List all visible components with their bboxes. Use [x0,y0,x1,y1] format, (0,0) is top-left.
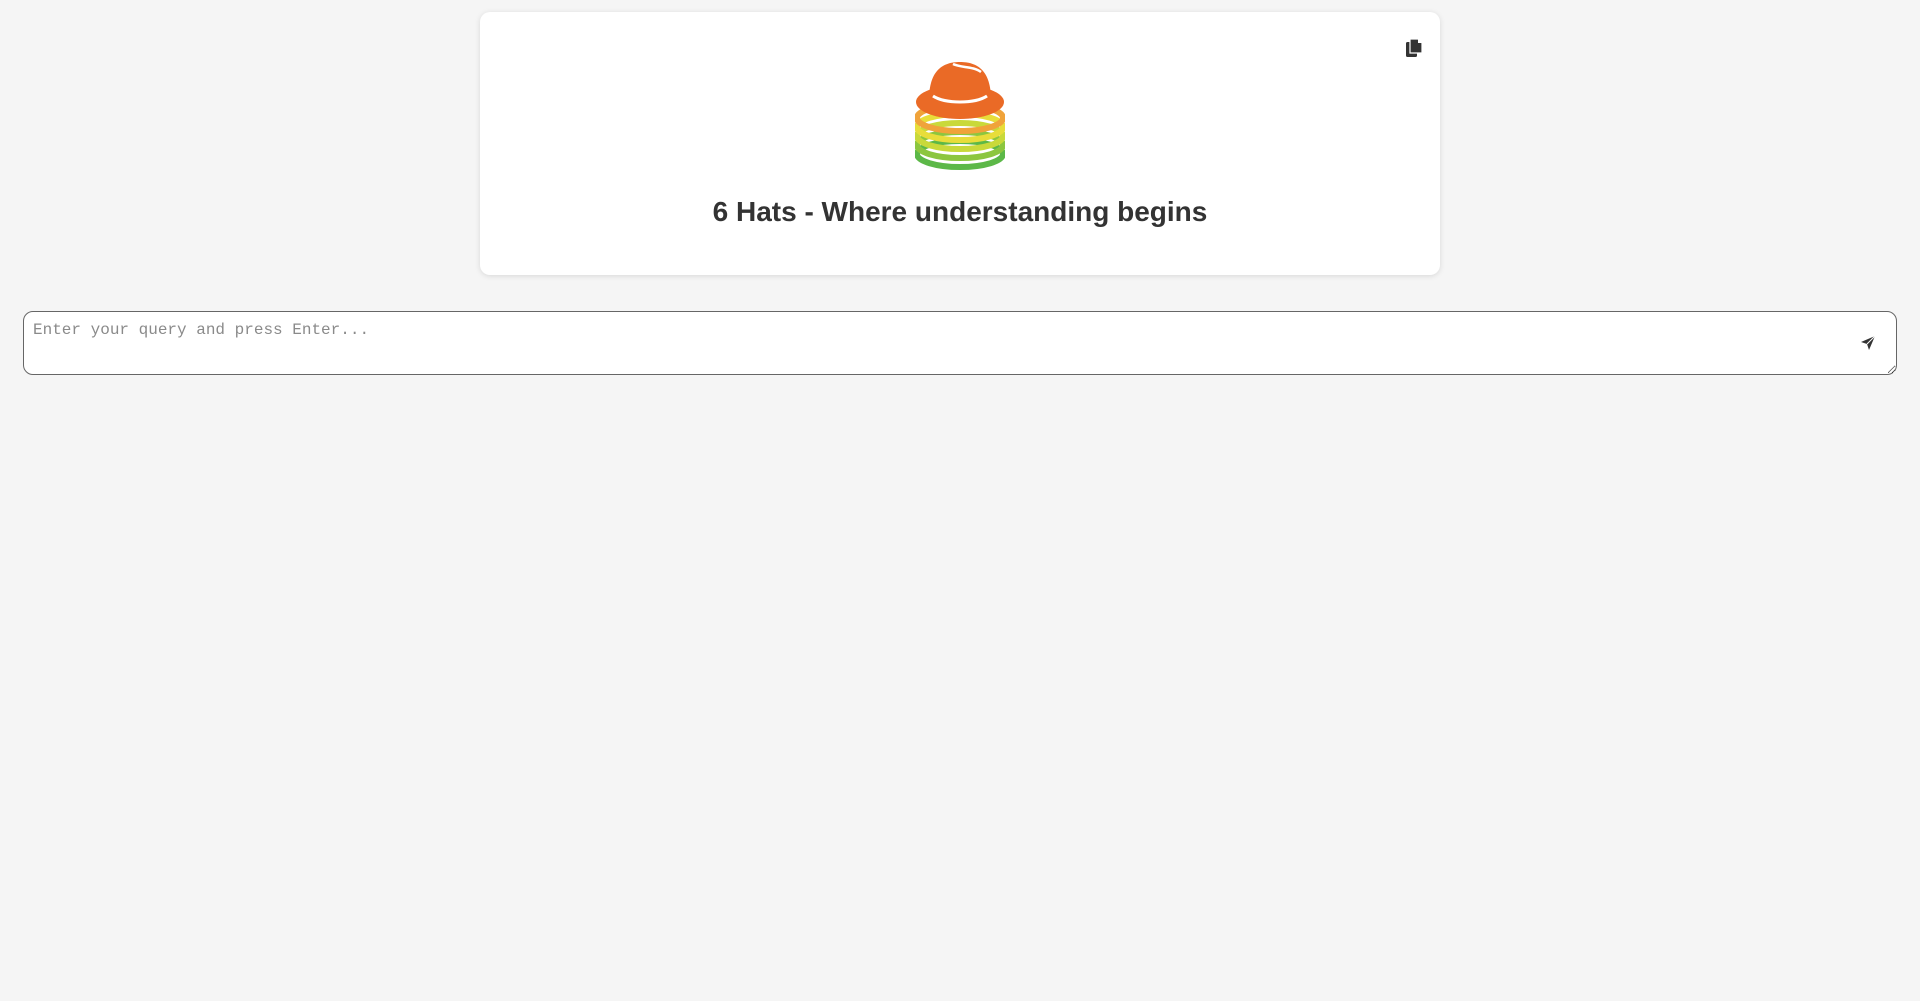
send-button[interactable] [1855,330,1881,356]
query-bar [23,311,1897,375]
copy-icon [1406,38,1423,57]
query-input[interactable] [23,311,1897,375]
header-card: 6 Hats - Where understanding begins [480,12,1440,275]
send-icon [1861,335,1876,350]
hat-stack-logo-icon [915,62,1005,170]
copy-button[interactable] [1399,33,1429,63]
page-title: 6 Hats - Where understanding begins [712,196,1208,227]
